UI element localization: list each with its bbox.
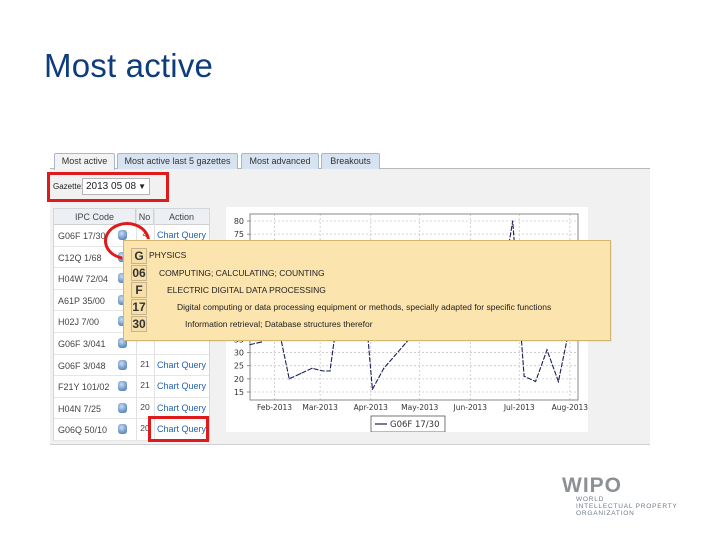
tab-breakouts[interactable]: Breakouts bbox=[321, 153, 380, 169]
chart-query-highlight-box bbox=[148, 416, 209, 442]
info-icon[interactable] bbox=[118, 359, 127, 370]
tab-most-advanced[interactable]: Most advanced bbox=[241, 153, 319, 169]
tooltip-text-section: PHYSICS bbox=[149, 250, 187, 260]
tooltip-code-subclass: F bbox=[131, 282, 147, 298]
ipc-code-cell: A61P 35/00 bbox=[58, 295, 105, 306]
data-point bbox=[260, 341, 263, 343]
y-tick-label: 30 bbox=[234, 349, 244, 358]
data-point bbox=[394, 354, 396, 356]
tab-most-active[interactable]: Most active bbox=[54, 153, 115, 170]
y-tick-label: 25 bbox=[234, 362, 244, 371]
tooltip-code-subgroup: 30 bbox=[131, 316, 147, 332]
x-tick-label: Jul-2013 bbox=[503, 403, 535, 412]
data-point bbox=[534, 380, 537, 383]
ipc-code-cell: H04N 7/25 bbox=[58, 403, 102, 414]
ipc-code-cell: F21Y 101/02 bbox=[58, 382, 110, 393]
data-point bbox=[406, 341, 408, 343]
ipc-code-cell: G06F 3/048 bbox=[58, 360, 106, 371]
tab-most-active-last-5-gazettes[interactable]: Most active last 5 gazettes bbox=[117, 153, 238, 169]
count-cell: 20 bbox=[140, 401, 150, 412]
tooltip-code-class: 06 bbox=[131, 265, 147, 281]
data-point bbox=[311, 367, 313, 369]
tooltip-text-subclass: ELECTRIC DIGITAL DATA PROCESSING bbox=[167, 285, 326, 295]
data-point bbox=[249, 344, 251, 346]
chart-query-link[interactable]: Chart Query bbox=[157, 403, 206, 413]
data-point bbox=[523, 375, 525, 377]
chart-query-link[interactable]: Chart Query bbox=[157, 381, 206, 391]
wipo-logo-line-2: INTELLECTUAL PROPERTY bbox=[576, 503, 678, 510]
wipo-logo: WIPO bbox=[562, 474, 622, 497]
tooltip-text-main-group: Digital computing or data processing equ… bbox=[177, 302, 552, 312]
table-row: F21Y 101/02 21 Chart Query bbox=[54, 376, 209, 398]
x-tick-label: Mar-2013 bbox=[302, 403, 338, 412]
x-tick-label: Aug-2013 bbox=[552, 403, 588, 412]
data-point bbox=[512, 220, 514, 222]
data-point bbox=[383, 367, 385, 369]
x-tick-label: May-2013 bbox=[401, 403, 438, 412]
info-icon[interactable] bbox=[118, 381, 127, 392]
data-point bbox=[557, 380, 560, 383]
x-tick-label: Feb-2013 bbox=[257, 403, 292, 412]
data-point bbox=[322, 370, 325, 372]
chart-query-link[interactable]: Chart Query bbox=[157, 230, 206, 240]
x-tick-label: Apr-2013 bbox=[354, 403, 389, 412]
data-point bbox=[329, 370, 331, 372]
x-tick-label: Jun-2013 bbox=[453, 403, 488, 412]
count-cell: 21 bbox=[140, 358, 150, 369]
data-point bbox=[371, 388, 373, 390]
ipc-code-cell: G06Q 50/10 bbox=[58, 425, 108, 436]
chart-query-link[interactable]: Chart Query bbox=[157, 360, 206, 370]
ipc-code-cell: C12Q 1/68 bbox=[58, 252, 102, 263]
tooltip-code-main-group: 17 bbox=[131, 299, 147, 315]
ipc-code-cell: H04W 72/04 bbox=[58, 274, 109, 285]
gazette-highlight-box bbox=[47, 172, 169, 202]
tooltip-text-class: COMPUTING; CALCULATING; COUNTING bbox=[159, 268, 325, 278]
legend-label: G06F 17/30 bbox=[390, 420, 440, 430]
data-point bbox=[299, 372, 302, 375]
info-icon[interactable] bbox=[118, 424, 127, 435]
y-tick-label: 75 bbox=[234, 230, 244, 239]
table-row: G06F 3/048 21 Chart Query bbox=[54, 355, 209, 377]
wipo-logo-line-1: WORLD bbox=[576, 496, 605, 503]
y-tick-label: 15 bbox=[234, 388, 244, 397]
header-no[interactable]: No bbox=[136, 209, 154, 225]
ipc-hierarchy-tooltip: G PHYSICS 06 COMPUTING; CALCULATING; COU… bbox=[123, 240, 611, 341]
ipc-code-cell: G06F 17/30 bbox=[58, 231, 106, 241]
info-icon[interactable] bbox=[118, 402, 127, 413]
tooltip-text-subgroup: Information retrieval; Database structur… bbox=[185, 319, 373, 329]
y-tick-label: 20 bbox=[234, 375, 244, 384]
ipc-code-cell: H02J 7/00 bbox=[58, 317, 100, 328]
tooltip-code-section: G bbox=[131, 248, 147, 264]
data-point bbox=[546, 349, 548, 351]
wipo-logo-line-3: ORGANIZATION bbox=[576, 510, 635, 517]
slide-title: Most active bbox=[44, 47, 214, 84]
y-tick-label: 80 bbox=[234, 217, 244, 226]
ipc-code-cell: G06F 3/041 bbox=[58, 339, 106, 349]
data-point bbox=[288, 378, 290, 380]
header-action: Action bbox=[154, 209, 209, 225]
count-cell: 21 bbox=[140, 380, 150, 391]
